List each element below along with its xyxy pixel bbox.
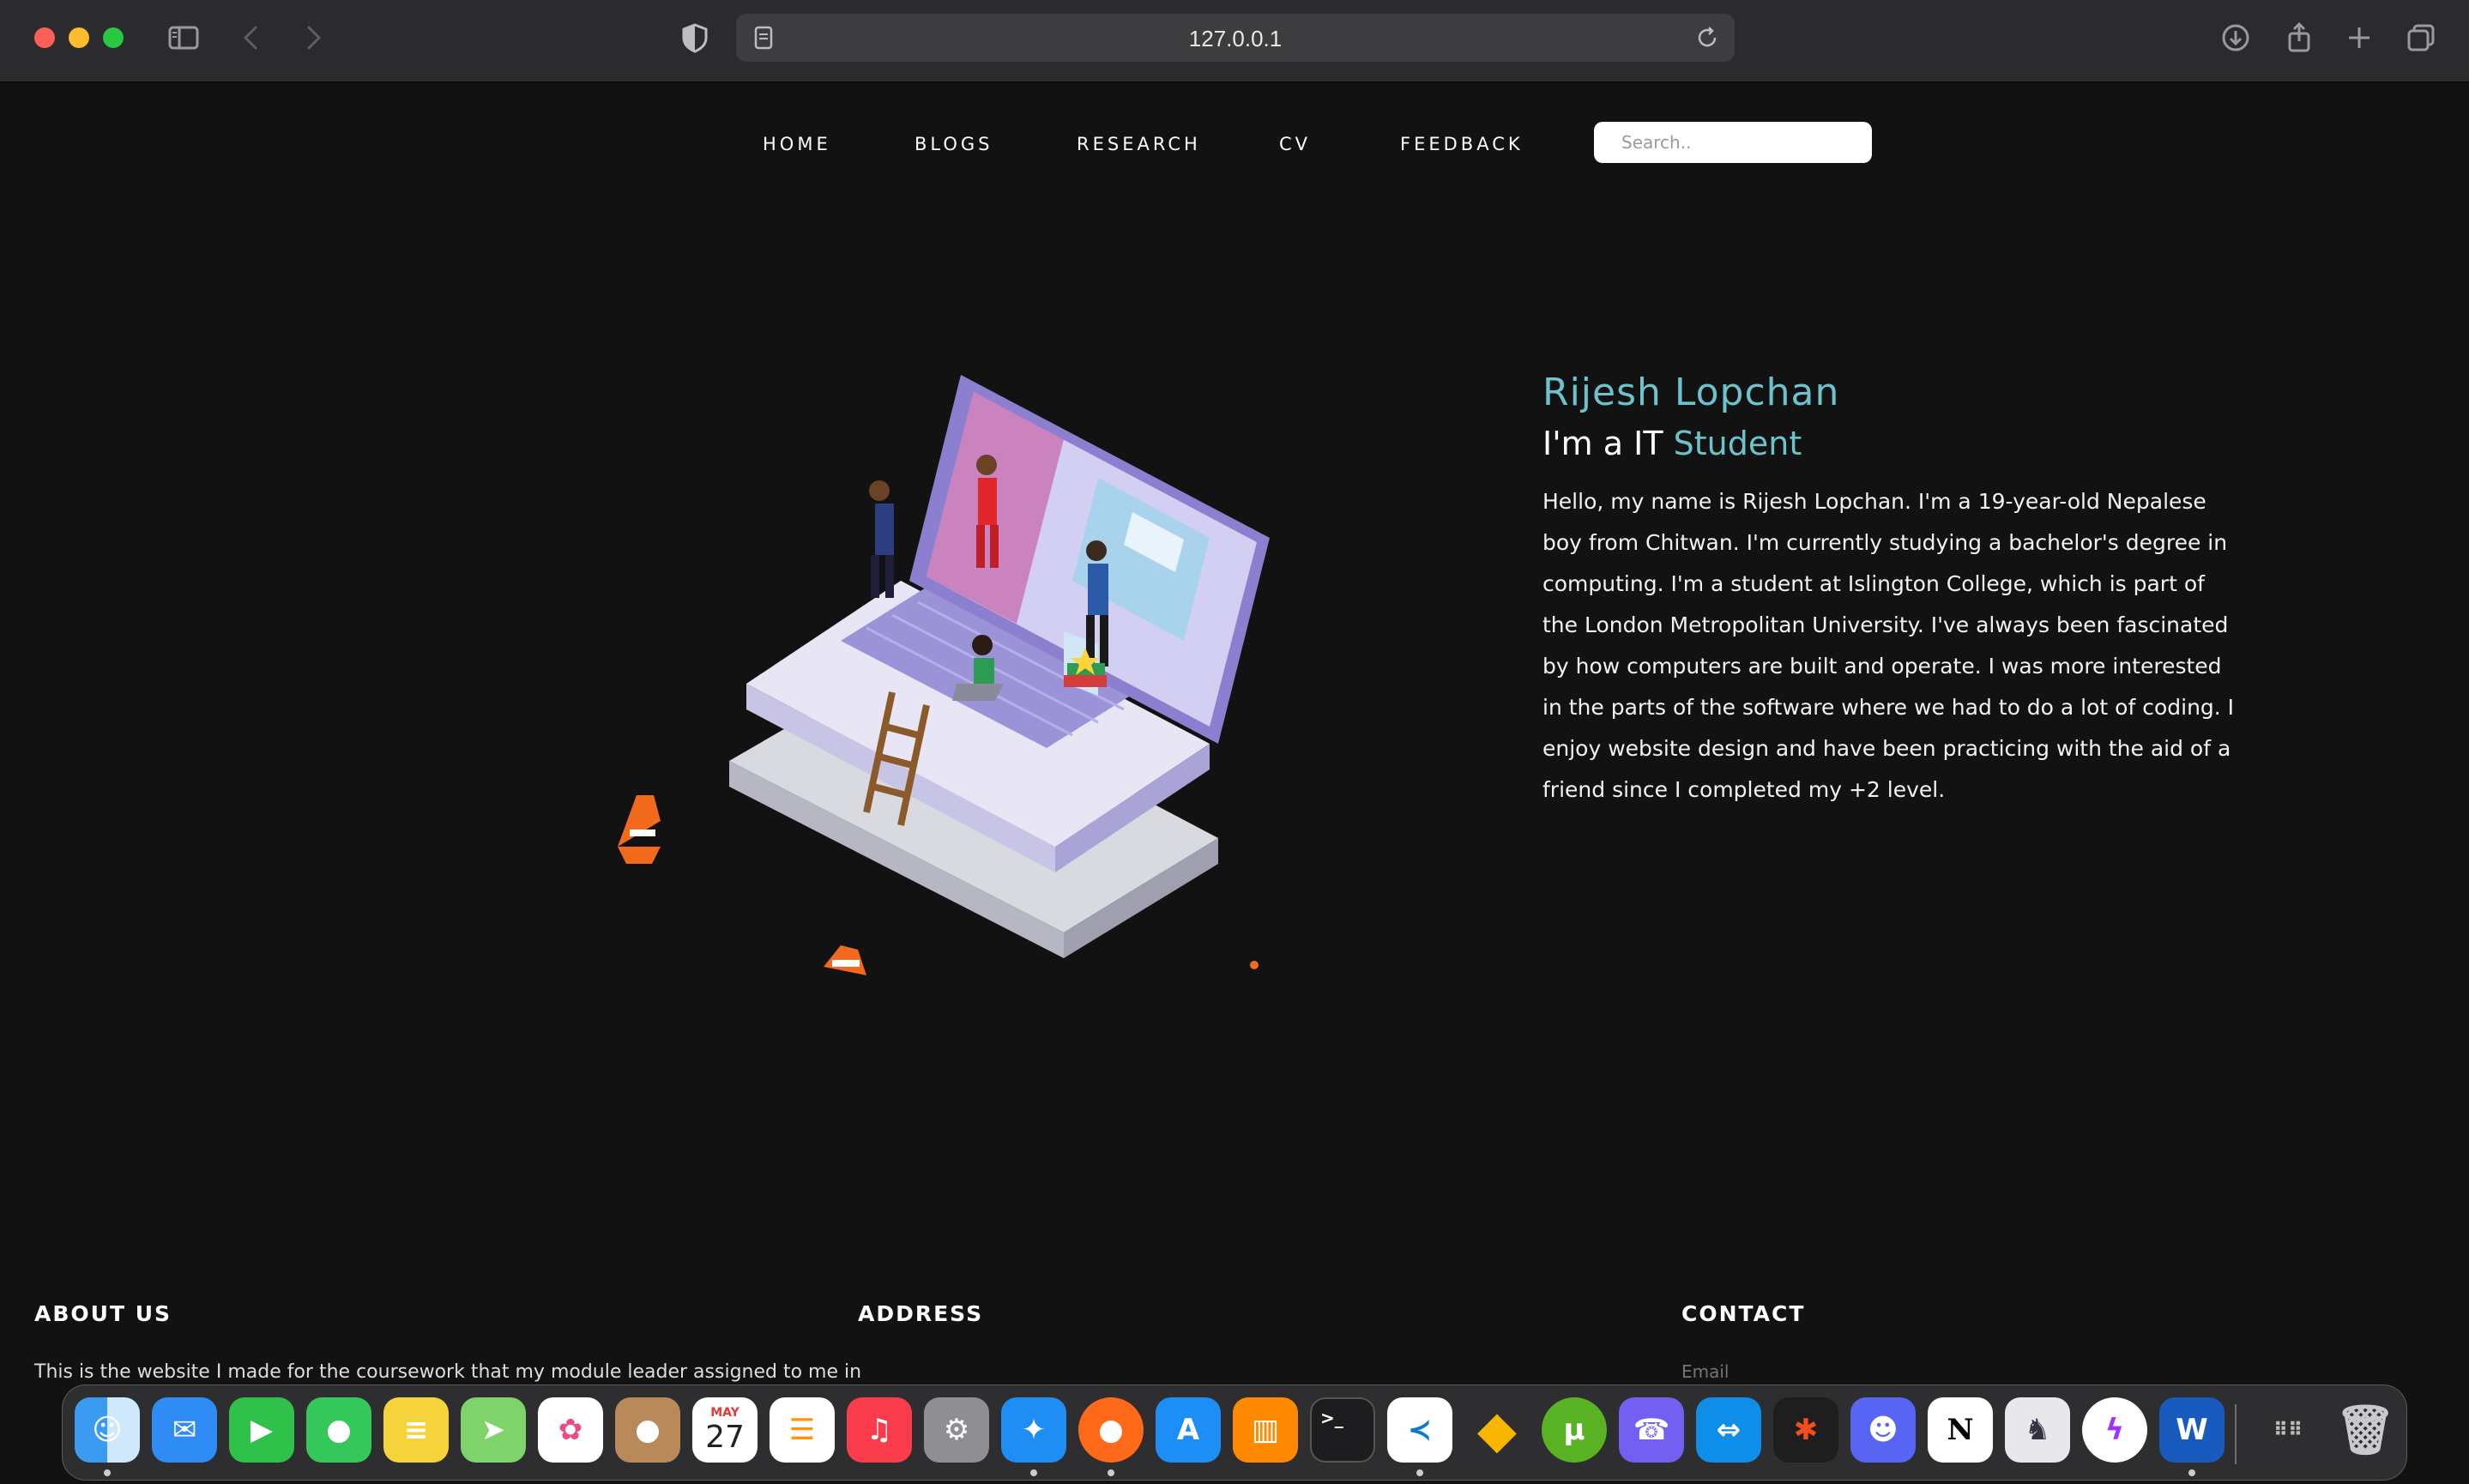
bio-paragraph: Hello, my name is Rijesh Lopchan. I'm a … [1542,489,2235,802]
notion-icon[interactable]: N [1928,1397,1993,1463]
teamviewer-icon[interactable]: ⇔ [1696,1397,1761,1463]
footer-contact-title: CONTACT [1681,1301,1806,1326]
notes-icon[interactable]: ≡ [383,1397,449,1463]
close-window-button[interactable] [34,27,55,48]
main-nav: HOME BLOGS RESEARCH CV FEEDBACK [0,122,2469,165]
system-preferences-icon[interactable]: ⚙ [924,1397,989,1463]
role-accent: Student [1673,425,1802,462]
role-prefix: I'm a IT [1542,425,1663,462]
viber-icon[interactable]: ☎ [1619,1397,1684,1463]
photos-icon[interactable]: ✿ [538,1397,603,1463]
email-field[interactable] [1681,1361,1939,1382]
calendar-month: MAY [710,1405,739,1420]
minimize-window-button[interactable] [69,27,89,48]
messages-icon[interactable]: ● [306,1397,371,1463]
reminders-icon[interactable]: ☰ [770,1397,835,1463]
share-icon[interactable] [2279,17,2320,58]
role-heading: I'm a IT Student [1542,425,2246,462]
nav-cv[interactable]: CV [1279,134,1311,154]
calendar-icon[interactable]: MAY 27 [692,1397,758,1463]
search-input[interactable] [1594,122,1872,163]
dock-separator [2235,1404,2237,1464]
tab-overview-icon[interactable] [2400,17,2442,58]
nav-feedback[interactable]: FEEDBACK [1400,134,1524,154]
intro-section: Rijesh Lopchan I'm a IT Student Hello, m… [1542,371,2246,811]
calendar-day: 27 [705,1419,745,1455]
url-text: 127.0.0.1 [1188,26,1283,51]
books-icon[interactable]: ▥ [1233,1397,1298,1463]
nav-blogs[interactable]: BLOGS [915,134,993,154]
zoom-window-button[interactable] [103,27,124,48]
messenger-icon[interactable]: ϟ [2082,1397,2147,1463]
footer-about-title: ABOUT US [34,1301,172,1326]
running-indicator [1108,1469,1114,1476]
safari-icon[interactable]: ✦ [1001,1397,1066,1463]
cyberduck-icon[interactable]: ♞ [2005,1397,2070,1463]
running-indicator [1416,1469,1423,1476]
maps-icon[interactable]: ➤ [461,1397,526,1463]
address-bar[interactable]: 127.0.0.1 [736,14,1735,62]
browser-toolbar: 127.0.0.1 [0,0,2469,82]
reload-icon[interactable] [1692,22,1723,53]
discord-icon[interactable]: ☻ [1850,1397,1916,1463]
running-indicator [2188,1469,2195,1476]
privacy-shield-icon[interactable] [674,17,715,58]
footer-about-text: This is the website I made for the cours… [34,1361,862,1383]
trash-icon[interactable]: 🗑 [2333,1397,2398,1463]
contacts-icon[interactable]: ● [615,1397,680,1463]
vscode-icon[interactable]: ≺ [1387,1397,1452,1463]
nav-research[interactable]: RESEARCH [1077,134,1201,154]
downloads-stack-icon[interactable]: ⠿⠿ [2255,1397,2321,1463]
sketch-icon[interactable]: ◆ [1464,1397,1530,1463]
running-indicator [1030,1469,1037,1476]
nav-home[interactable]: HOME [763,134,831,154]
downloads-icon[interactable] [2215,17,2256,58]
running-indicator [104,1469,111,1476]
terminal-icon[interactable]: >_ [1310,1397,1375,1463]
sidebar-toggle-icon[interactable] [163,17,204,58]
new-tab-plus-icon[interactable] [2339,17,2380,58]
facetime-icon[interactable]: ▶ [229,1397,294,1463]
author-name: Rijesh Lopchan [1542,371,1840,414]
dock: ☺ ✉ ▶ ● ≡ ➤ ✿ ● MAY 27 ☰ ♫ ⚙ ✦ ● A ▥ >_ … [62,1384,2407,1481]
forward-arrow-icon[interactable] [292,17,333,58]
figma-icon[interactable]: ✱ [1773,1397,1838,1463]
hero-illustration [618,375,1270,975]
mail-icon[interactable]: ✉ [152,1397,217,1463]
finder-icon[interactable]: ☺ [75,1397,140,1463]
back-arrow-icon[interactable] [232,17,273,58]
app-store-icon[interactable]: A [1156,1397,1221,1463]
firefox-icon[interactable]: ● [1078,1397,1144,1463]
web-page: HOME BLOGS RESEARCH CV FEEDBACK Search..… [0,83,2469,1383]
word-icon[interactable]: W [2159,1397,2225,1463]
music-icon[interactable]: ♫ [847,1397,912,1463]
footer-address-title: ADDRESS [858,1301,984,1326]
utorrent-icon[interactable]: μ [1542,1397,1607,1463]
